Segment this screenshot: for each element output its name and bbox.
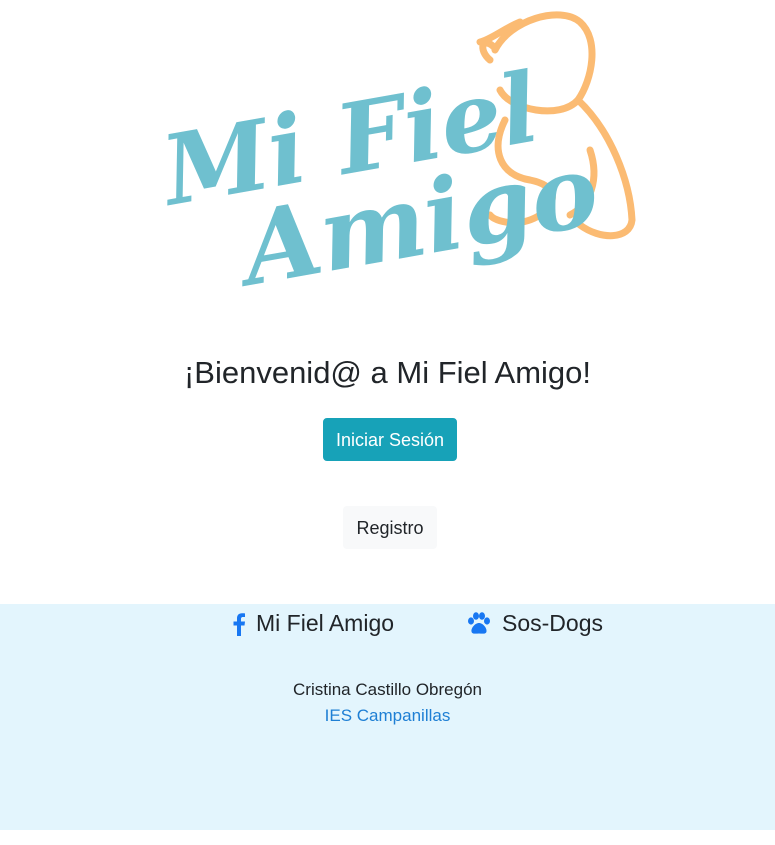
paw-icon (468, 611, 490, 634)
footer: Mi Fiel Amigo Sos-Dogs Cristina Castillo… (0, 604, 775, 830)
facebook-icon (233, 612, 245, 636)
sos-dogs-label: Sos-Dogs (502, 610, 603, 636)
author-name: Cristina Castillo Obregón (293, 680, 482, 699)
app-logo: Mi Fiel Amigo (160, 0, 650, 330)
page-title: ¡Bienvenid@ a Mi Fiel Amigo! (183, 355, 592, 390)
login-button[interactable]: Iniciar Sesión (323, 418, 457, 461)
social-links: Mi Fiel Amigo Sos-Dogs (0, 610, 775, 644)
facebook-label: Mi Fiel Amigo (256, 610, 395, 636)
register-button[interactable]: Registro (343, 506, 437, 549)
sos-dogs-link[interactable]: Sos-Dogs (466, 610, 603, 637)
school-link[interactable]: IES Campanillas (0, 706, 775, 726)
facebook-link[interactable]: Mi Fiel Amigo (232, 610, 394, 637)
